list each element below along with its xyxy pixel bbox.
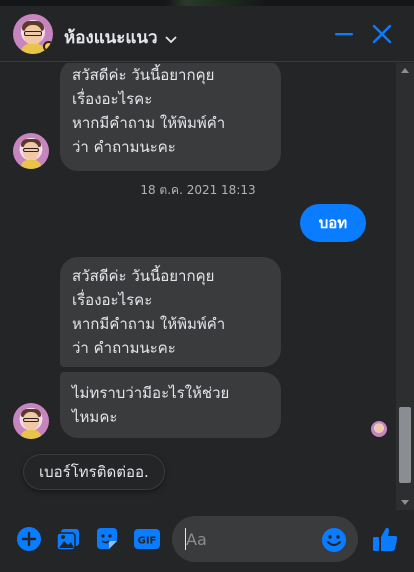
- message-line: ว่า คำถามนะคะ: [72, 339, 176, 357]
- message-input[interactable]: [186, 516, 316, 562]
- sender-avatar[interactable]: [13, 403, 49, 439]
- message-line: สวัสดีค่ะ วันนี้อยากคุย: [72, 66, 215, 84]
- gif-icon[interactable]: GIF: [133, 526, 161, 552]
- seen-indicator-avatar: [371, 421, 387, 437]
- quick-reply-chip[interactable]: เบอร์โทรติดต่ออ.: [24, 455, 164, 489]
- incoming-message: สวัสดีค่ะ วันนี้อยากคุย เรื่องอะไรคะ หาก…: [60, 257, 281, 367]
- chat-header: ห้องแนะแนว: [0, 6, 414, 62]
- message-timestamp: 18 ต.ค. 2021 18:13: [140, 183, 256, 197]
- sticker-icon[interactable]: [94, 526, 120, 552]
- scrollbar[interactable]: [396, 63, 414, 510]
- status-badge: [43, 41, 53, 52]
- message-line: หากมีคำถาม ให้พิมพ์คำ: [72, 114, 226, 132]
- chat-window: ห้องแนะแนว สวัสดีค่ะ วันนี้อยากคุย เรื่อ…: [0, 0, 414, 572]
- minimize-button[interactable]: [333, 22, 355, 46]
- message-line: ไหมคะ: [72, 408, 118, 426]
- quick-reply-label: เบอร์โทรติดต่ออ.: [39, 463, 149, 481]
- message-line: หากมีคำถาม ให้พิมพ์คำ: [72, 315, 226, 333]
- svg-text:GIF: GIF: [138, 536, 157, 547]
- message-composer: GIF: [0, 510, 414, 572]
- plus-circle-icon[interactable]: [16, 526, 42, 552]
- minimize-icon: [335, 33, 353, 36]
- message-line: ว่า คำถามนะคะ: [72, 138, 176, 156]
- scroll-thumb[interactable]: [399, 407, 411, 483]
- thumbs-up-icon[interactable]: [370, 524, 400, 554]
- incoming-message: ไม่ทราบว่ามีอะไรให้ช่วย ไหมคะ: [60, 372, 281, 438]
- emoji-icon[interactable]: [321, 527, 347, 553]
- profile-avatar-icon[interactable]: [13, 14, 53, 54]
- message-line: เรื่องอะไรคะ: [72, 90, 153, 108]
- message-list[interactable]: สวัสดีค่ะ วันนี้อยากคุย เรื่องอะไรคะ หาก…: [0, 63, 396, 510]
- close-button[interactable]: [370, 22, 394, 46]
- scroll-down-arrow-icon[interactable]: [396, 496, 414, 510]
- message-line: ไม่ทราบว่ามีอะไรให้ช่วย: [72, 384, 230, 402]
- chat-title: ห้องแนะแนว: [64, 28, 158, 48]
- incoming-message: สวัสดีค่ะ วันนี้อยากคุย เรื่องอะไรคะ หาก…: [60, 63, 281, 171]
- sender-avatar[interactable]: [13, 133, 49, 169]
- chevron-down-icon: [164, 31, 178, 45]
- message-line: เรื่องอะไรคะ: [72, 291, 153, 309]
- chat-title-button[interactable]: ห้องแนะแนว: [64, 24, 178, 51]
- outgoing-message: บอท: [300, 204, 366, 242]
- image-icon[interactable]: [55, 526, 81, 552]
- scroll-up-arrow-icon[interactable]: [396, 63, 414, 77]
- close-icon: [372, 24, 392, 44]
- message-input-wrapper: [172, 516, 358, 562]
- message-line: สวัสดีค่ะ วันนี้อยากคุย: [72, 267, 215, 285]
